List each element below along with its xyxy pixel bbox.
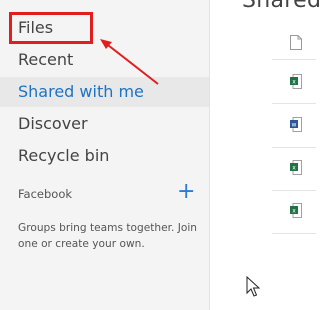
excel-file-icon[interactable]: x xyxy=(290,74,302,89)
row-divider xyxy=(272,233,316,234)
svg-text:w: w xyxy=(292,122,297,129)
mouse-cursor-icon xyxy=(246,276,260,297)
onedrive-page: Shared y Files Recent Shared with me Dis… xyxy=(0,0,320,310)
file-type-header-icon xyxy=(290,35,302,50)
file-list: x w x x xyxy=(210,0,316,310)
nav-item-recycle-bin[interactable]: Recycle bin xyxy=(0,141,209,171)
groups-section-header: Facebook xyxy=(18,187,73,201)
annotation-arrow-icon xyxy=(100,39,159,85)
row-divider xyxy=(272,190,316,191)
row-divider xyxy=(272,147,316,148)
excel-file-icon[interactable]: x xyxy=(290,160,302,175)
nav-item-discover[interactable]: Discover xyxy=(0,109,209,139)
row-divider xyxy=(272,103,316,104)
excel-file-icon[interactable]: x xyxy=(290,203,302,218)
groups-info-text: Groups bring teams together. Join one or… xyxy=(18,222,197,250)
svg-text:x: x xyxy=(292,79,296,86)
svg-text:x: x xyxy=(292,165,296,172)
add-group-icon[interactable]: + xyxy=(177,181,195,203)
word-file-icon[interactable]: w xyxy=(290,117,302,132)
annotation-highlight-box xyxy=(9,12,93,44)
row-divider xyxy=(272,59,316,60)
svg-text:x: x xyxy=(292,208,296,215)
